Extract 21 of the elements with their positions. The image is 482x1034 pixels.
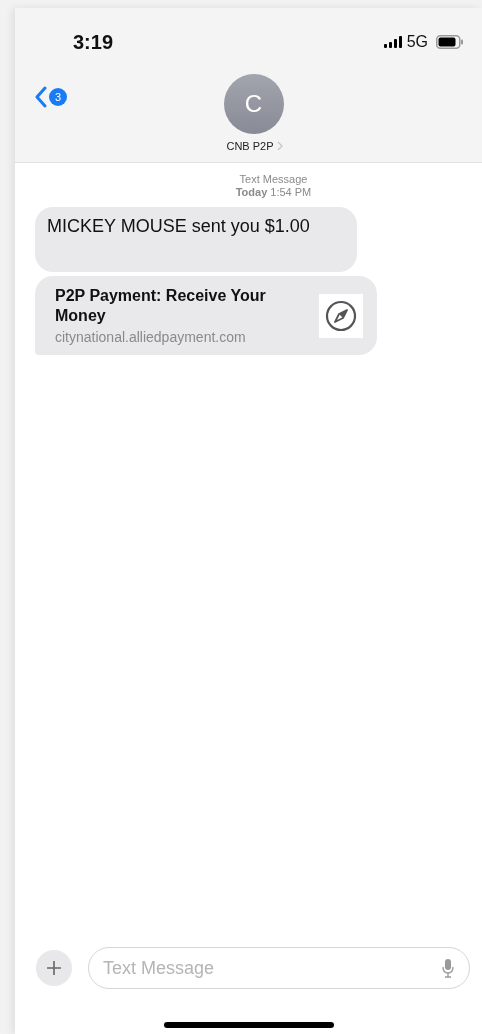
plus-icon: [46, 960, 62, 976]
link-preview[interactable]: P2P Payment: Receive Your Money citynational.alliedpayment.com: [35, 276, 377, 355]
service-label: Text Message: [239, 173, 308, 186]
contact-avatar: C: [223, 74, 284, 134]
message-timestamp: Today 1:54 PM: [235, 186, 312, 199]
signal-icon: [383, 36, 402, 48]
microphone-icon: [442, 958, 454, 978]
link-domain: citynational.alliedpayment.com: [55, 329, 247, 345]
contact-name[interactable]: CNB P2P: [226, 140, 283, 152]
link-title: P2P Payment: Receive Your Money: [55, 286, 267, 326]
unread-badge: 3: [49, 88, 67, 106]
chevron-right-icon: [276, 141, 283, 151]
compass-icon: [324, 298, 358, 333]
network-label: 5G: [406, 33, 428, 51]
add-button[interactable]: [36, 950, 72, 986]
message-field[interactable]: Text Message: [88, 947, 470, 989]
status-time: 3:19: [73, 30, 114, 54]
battery-icon: [436, 35, 464, 49]
back-button[interactable]: 3: [35, 86, 67, 108]
message-bubble: MICKEY MOUSE sent you $1.00: [35, 207, 357, 272]
chevron-left-icon: [35, 86, 47, 108]
